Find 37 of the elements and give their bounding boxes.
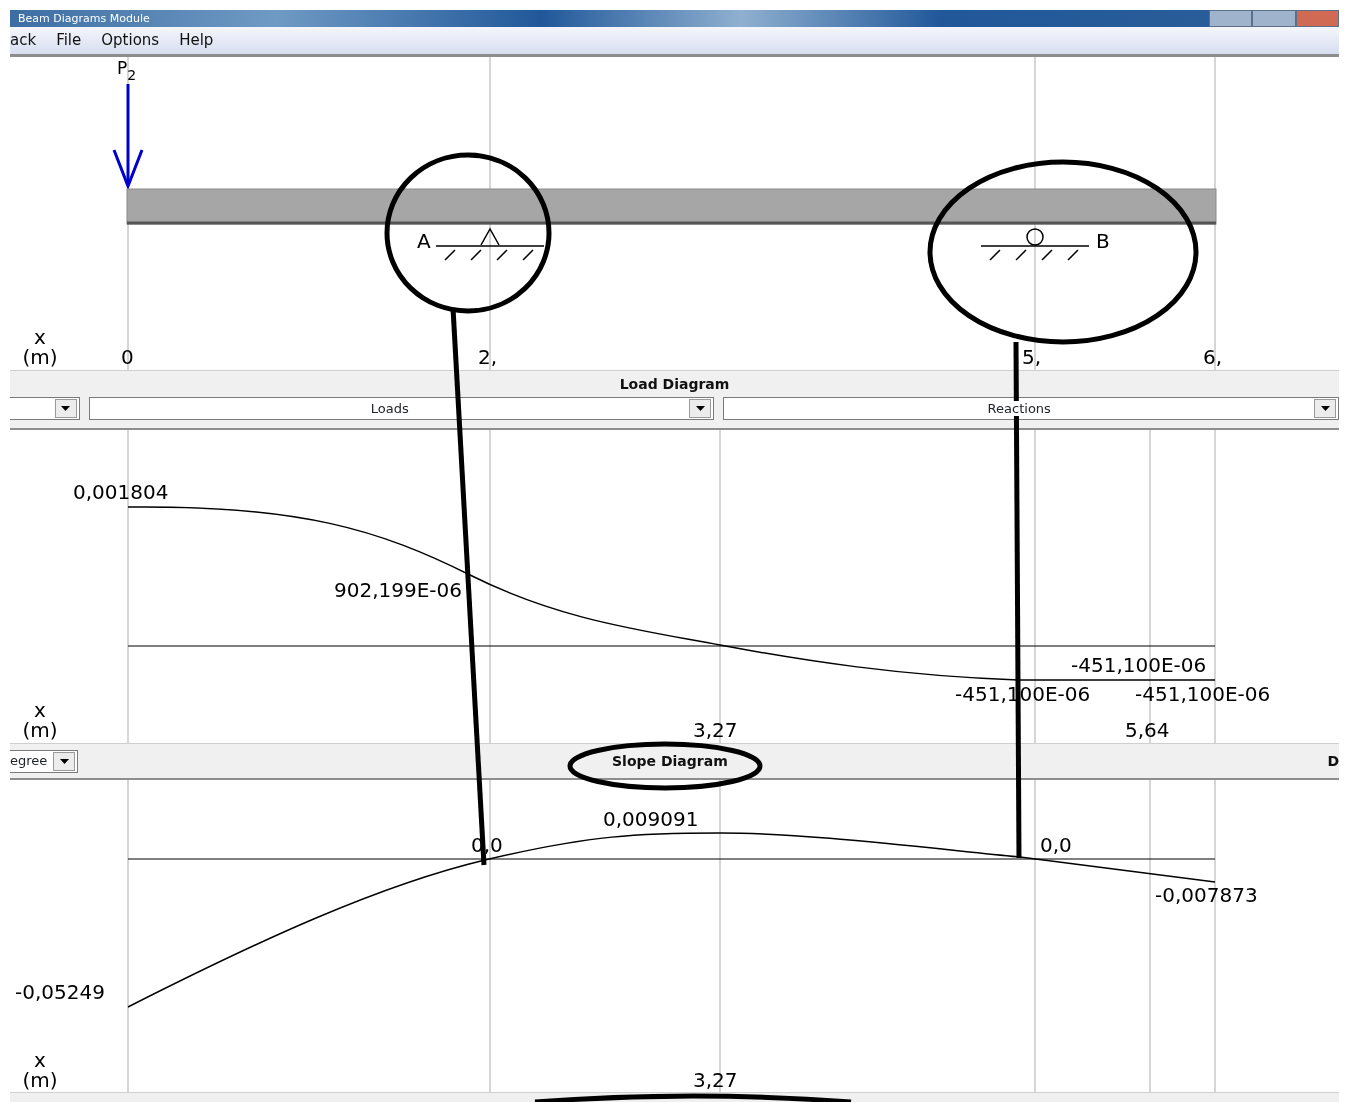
- window-title: Beam Diagrams Module: [18, 12, 150, 25]
- tick-label: 5,: [1022, 345, 1042, 369]
- tick-label: 2,: [478, 345, 498, 369]
- support-label: A: [417, 229, 431, 253]
- section-title: Load Diagram: [619, 374, 730, 394]
- support-label: B: [1096, 229, 1110, 253]
- tick-label: 6,: [1203, 345, 1223, 369]
- section-title: Slope Diagram: [612, 751, 728, 771]
- close-button[interactable]: [1295, 10, 1339, 27]
- value-label: 0,009091: [603, 807, 699, 831]
- dropdown[interactable]: Reactions: [723, 397, 1339, 420]
- value-label: 0,001804: [73, 480, 169, 504]
- caret-icon: [695, 406, 705, 411]
- caret-icon: [1320, 406, 1330, 411]
- value-label: -0,05249: [15, 980, 105, 1004]
- caret-icon: [61, 406, 71, 411]
- menu-item[interactable]: Help: [179, 29, 214, 52]
- caret-icon: [59, 758, 69, 764]
- dropdown[interactable]: [10, 397, 80, 420]
- menu-item[interactable]: Options: [101, 29, 160, 52]
- maximize-button[interactable]: [1252, 10, 1296, 27]
- value-label: 902,199E-06: [334, 578, 462, 602]
- tick-label: 3,27: [693, 718, 738, 742]
- dropdown[interactable]: egree: [10, 749, 78, 773]
- value-label: 0,0: [1040, 833, 1072, 857]
- minimize-button[interactable]: [1209, 10, 1253, 27]
- menu-item[interactable]: File: [56, 29, 82, 52]
- value-label: -0,007873: [1155, 883, 1258, 907]
- value-label: -451,100E-06: [1135, 682, 1271, 706]
- value-label: -451,100E-06: [1071, 653, 1207, 677]
- dropdown[interactable]: Loads: [88, 397, 715, 420]
- tick-label: 0: [121, 345, 134, 369]
- cut-off-label: D: [1327, 751, 1339, 771]
- tick-label: 3,27: [693, 1068, 738, 1092]
- load-label: P$_{2}$: [117, 58, 137, 83]
- tick-label: 5,64: [1125, 718, 1170, 742]
- menu-item[interactable]: ack: [10, 29, 37, 52]
